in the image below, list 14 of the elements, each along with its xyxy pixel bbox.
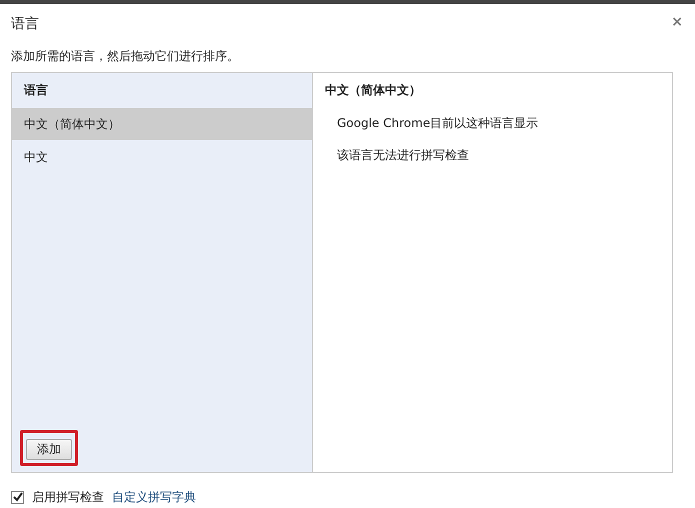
instruction-text: 添加所需的语言，然后拖动它们进行排序。: [11, 48, 239, 64]
list-header: 语言: [22, 82, 49, 99]
detail-text: 该语言无法进行拼写检查: [336, 147, 470, 164]
dialog-title: 语言: [11, 15, 39, 34]
add-button[interactable]: 添加: [26, 438, 72, 460]
detail-title: 中文（简体中文）: [324, 82, 422, 99]
detail-text: Google Chrome目前以这种语言显示: [336, 115, 540, 132]
spell-check-label: 启用拼写检查: [32, 489, 104, 506]
close-button[interactable]: ×: [671, 14, 683, 30]
custom-dictionary-link[interactable]: 自定义拼写字典: [112, 488, 196, 506]
check-icon: [12, 492, 22, 502]
language-item[interactable]: 中文（简体中文）: [12, 108, 312, 140]
language-item[interactable]: 中文: [12, 141, 312, 173]
spell-check-checkbox[interactable]: [11, 490, 24, 504]
